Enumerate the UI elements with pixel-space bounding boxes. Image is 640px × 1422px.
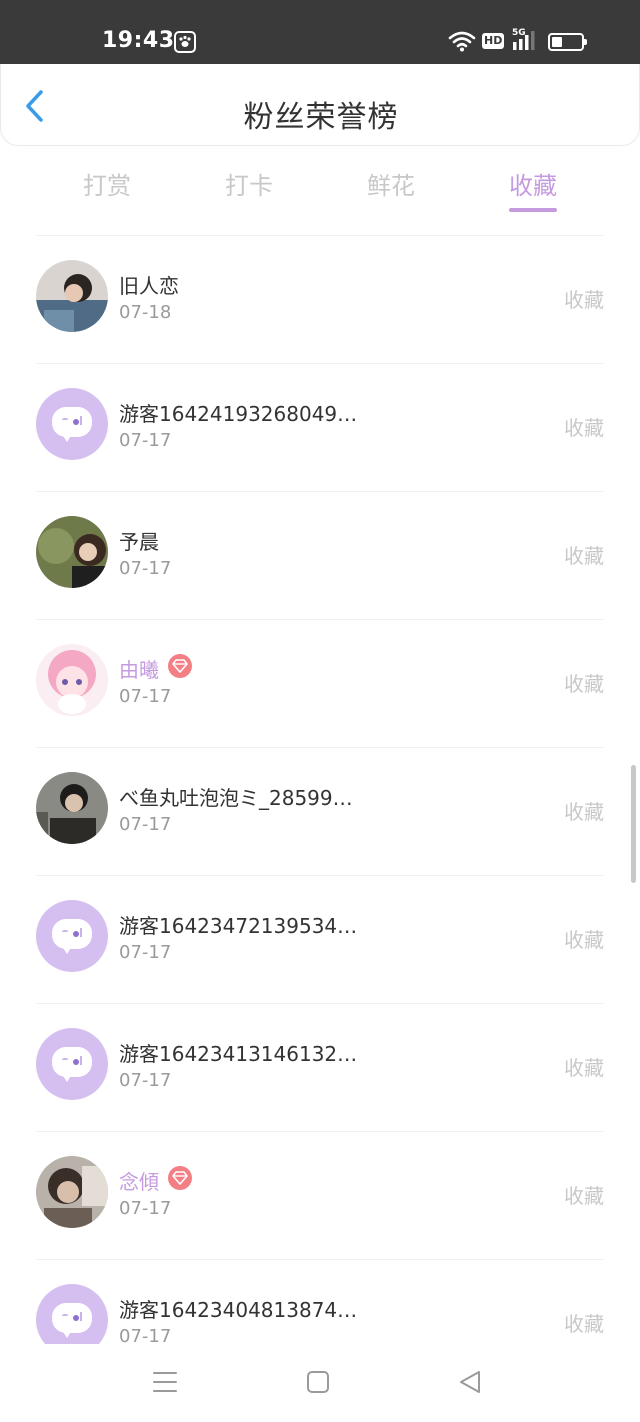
network-label: 5G xyxy=(512,28,526,38)
diamond-icon xyxy=(168,1166,192,1190)
date: 07-17 xyxy=(119,1198,172,1219)
list-item[interactable]: 游客164234131461329... 07-17 收藏 xyxy=(0,1004,640,1132)
square-icon[interactable] xyxy=(306,1370,330,1398)
fan-list: 旧人恋 07-18 收藏 游客164241932680496x8 07-17 收… xyxy=(0,236,640,1344)
list-item[interactable]: 由曦 07-17 收藏 xyxy=(0,620,640,748)
action-label: 收藏 xyxy=(564,1184,604,1208)
list-item[interactable]: 游客164234048138740... 07-17 收藏 xyxy=(0,1260,640,1344)
date: 07-17 xyxy=(119,430,172,451)
action-label: 收藏 xyxy=(564,416,604,440)
avatar xyxy=(36,1028,108,1100)
avatar xyxy=(36,772,108,844)
avatar xyxy=(36,260,108,332)
date: 07-17 xyxy=(119,1070,172,1091)
user-name: 游客164234048138740... xyxy=(119,1298,364,1322)
list-item[interactable]: べ鱼丸吐泡泡ミ_285996... 07-17 收藏 xyxy=(0,748,640,876)
avatar xyxy=(36,900,108,972)
tab-favorites[interactable]: 收藏 xyxy=(483,166,583,201)
hd-badge: HD xyxy=(482,33,505,49)
date: 07-17 xyxy=(119,686,172,707)
user-name: 旧人恋 xyxy=(119,274,179,298)
date: 07-17 xyxy=(119,558,172,579)
tab-checkin[interactable]: 打卡 xyxy=(199,166,299,201)
list-item[interactable]: 游客164241932680496x8 07-17 收藏 xyxy=(0,364,640,492)
user-name: 由曦 xyxy=(119,658,159,682)
user-name: 游客164234721395342... xyxy=(119,914,364,938)
user-name: 予晨 xyxy=(119,530,159,554)
action-label: 收藏 xyxy=(564,672,604,696)
date: 07-18 xyxy=(119,302,172,323)
page-title: 粉丝荣誉榜 xyxy=(243,100,399,135)
system-nav-bar xyxy=(0,1344,640,1422)
wifi-icon xyxy=(448,30,476,56)
action-label: 收藏 xyxy=(564,800,604,824)
tab-flowers[interactable]: 鲜花 xyxy=(341,166,441,201)
user-name: 游客164241932680496x8 xyxy=(119,402,364,426)
list-item[interactable]: 游客164234721395342... 07-17 收藏 xyxy=(0,876,640,1004)
tab-indicator xyxy=(509,208,557,212)
header: 粉丝荣誉榜 xyxy=(0,64,640,146)
avatar xyxy=(36,1284,108,1344)
avatar xyxy=(36,644,108,716)
scrollbar[interactable] xyxy=(631,765,636,883)
paw-icon xyxy=(174,31,196,53)
menu-icon[interactable] xyxy=(152,1370,178,1398)
list-item[interactable]: 念傾 07-17 收藏 xyxy=(0,1132,640,1260)
user-name: べ鱼丸吐泡泡ミ_285996... xyxy=(119,786,364,810)
date: 07-17 xyxy=(119,1326,172,1344)
list-item[interactable]: 予晨 07-17 收藏 xyxy=(0,492,640,620)
action-label: 收藏 xyxy=(564,288,604,312)
action-label: 收藏 xyxy=(564,1312,604,1336)
status-time: 19:43 xyxy=(102,28,175,53)
status-bar: 19:43 HD 5G xyxy=(0,0,640,64)
avatar xyxy=(36,388,108,460)
list-item[interactable]: 旧人恋 07-18 收藏 xyxy=(0,236,640,364)
action-label: 收藏 xyxy=(564,928,604,952)
action-label: 收藏 xyxy=(564,1056,604,1080)
signal-icon: 5G xyxy=(512,28,540,56)
tab-bar: 打赏 打卡 鲜花 收藏 xyxy=(0,160,640,222)
avatar xyxy=(36,516,108,588)
diamond-icon xyxy=(168,654,192,678)
tab-tip[interactable]: 打赏 xyxy=(57,166,157,201)
battery-icon xyxy=(548,33,587,51)
avatar xyxy=(36,1156,108,1228)
action-label: 收藏 xyxy=(564,544,604,568)
user-name: 游客164234131461329... xyxy=(119,1042,364,1066)
date: 07-17 xyxy=(119,942,172,963)
date: 07-17 xyxy=(119,814,172,835)
triangle-back-icon[interactable] xyxy=(458,1370,482,1398)
user-name: 念傾 xyxy=(119,1170,159,1194)
